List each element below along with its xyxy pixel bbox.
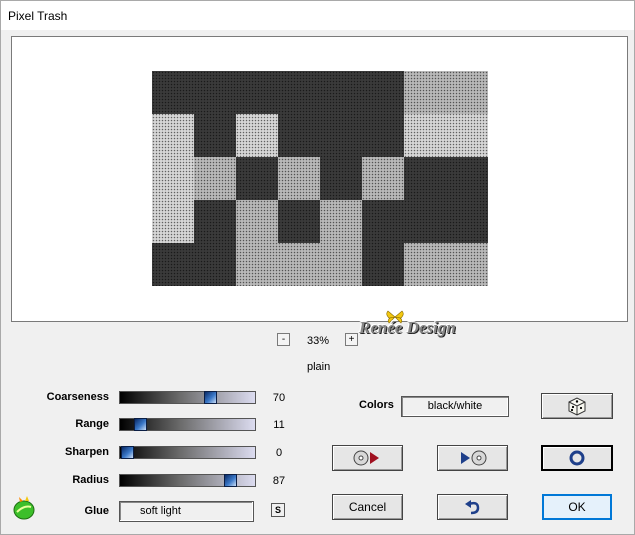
preview-toggle-button[interactable] [541,445,613,471]
ok-button[interactable]: OK [542,494,612,520]
sharpen-slider[interactable] [119,446,256,459]
randomize-button[interactable] [541,393,613,419]
sharpen-value: 0 [275,447,283,459]
glue-select[interactable]: soft light [119,501,254,522]
glue-s-button[interactable]: S [271,503,285,517]
watermark-text: Renée Design [359,318,456,337]
load-preset-button[interactable] [332,445,403,471]
range-slider[interactable] [119,418,256,431]
preview-mode: plain [307,361,331,373]
coarseness-label: Coarseness [46,391,109,403]
dialog-window: Pixel Trash Renée Design - 33% + plain C… [0,0,635,535]
window-title: Pixel Trash [8,9,68,23]
coarseness-value: 70 [272,392,286,404]
coarseness-slider[interactable] [119,391,256,404]
radius-label: Radius [72,474,109,486]
radius-slider[interactable] [119,474,256,487]
undo-icon [464,500,479,515]
sharpen-slider-thumb[interactable] [121,446,134,459]
zoom-level: 33% [307,335,330,347]
glue-label: Glue [84,505,109,517]
zoom-out-button[interactable]: - [277,333,290,346]
glue-value: soft light [140,505,181,517]
radius-value: 87 [272,475,286,487]
range-value: 11 [273,419,285,431]
range-label: Range [75,418,109,430]
undo-button[interactable] [437,494,508,520]
save-preset-icon [460,450,486,466]
sharpen-label: Sharpen [64,446,109,458]
coarseness-slider-thumb[interactable] [203,391,217,404]
titlebar: Pixel Trash [1,1,634,30]
dice-icon [568,397,586,416]
colors-select[interactable]: black/white [401,396,509,417]
load-preset-icon [353,450,379,466]
preview-toggle-icon [569,450,585,466]
save-preset-button[interactable] [437,445,508,471]
preview-panel[interactable] [11,36,628,322]
radius-slider-thumb[interactable] [223,474,237,487]
preview-image [152,71,488,286]
zoom-in-button[interactable]: + [345,333,358,346]
range-slider-thumb[interactable] [133,418,147,431]
cancel-button[interactable]: Cancel [332,494,403,520]
colors-label: Colors [359,399,394,411]
